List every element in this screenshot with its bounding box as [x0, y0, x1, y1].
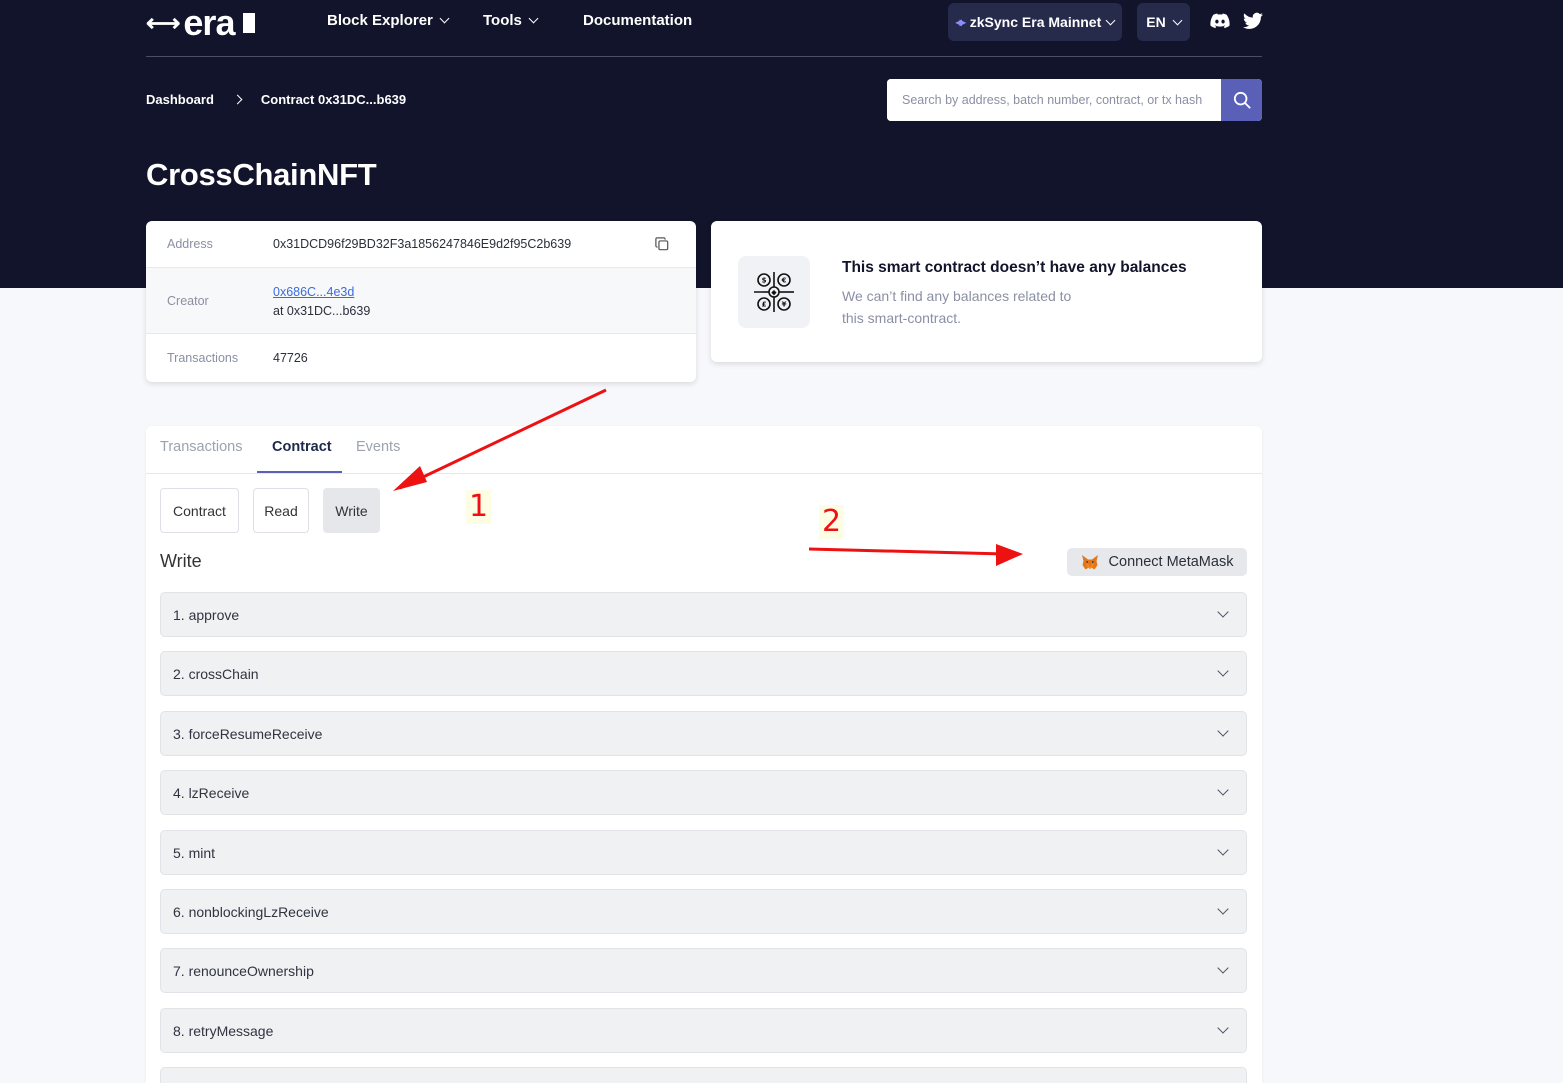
- annotation-label-1: 1: [466, 490, 492, 524]
- nav-documentation[interactable]: Documentation: [583, 12, 692, 29]
- subtab-contract[interactable]: Contract: [160, 488, 239, 533]
- function-accordion-next[interactable]: [160, 1067, 1247, 1083]
- function-label: 4. lzReceive: [173, 784, 250, 801]
- chevron-down-icon: [439, 13, 450, 24]
- nav-tools-label: Tools: [483, 12, 522, 29]
- chevron-right-icon: [232, 94, 243, 105]
- function-label: 8. retryMessage: [173, 1022, 274, 1039]
- svg-text:¥: ¥: [782, 301, 787, 309]
- connect-metamask-label: Connect MetaMask: [1108, 554, 1234, 570]
- chevron-down-icon: [1217, 665, 1229, 677]
- chevron-down-icon: [1172, 15, 1183, 25]
- function-label: 3. forceResumeReceive: [173, 725, 323, 742]
- breadcrumb-dashboard[interactable]: Dashboard: [146, 92, 214, 107]
- subtab-read[interactable]: Read: [253, 488, 309, 533]
- network-selector[interactable]: ◂▸ zkSync Era Mainnet: [948, 3, 1122, 41]
- copy-icon[interactable]: [655, 237, 669, 251]
- function-accordion-nonblockinglzreceive[interactable]: 6. nonblockingLzReceive: [160, 889, 1247, 934]
- breadcrumb-contract: Contract 0x31DC...b639: [260, 92, 407, 107]
- chevron-down-icon: [1217, 903, 1229, 915]
- connect-metamask-button[interactable]: Connect MetaMask: [1067, 548, 1247, 576]
- function-accordion-retrymessage[interactable]: 8. retryMessage: [160, 1008, 1247, 1053]
- network-label: zkSync Era Mainnet: [969, 14, 1102, 30]
- logo-arrows-icon: ⟷: [146, 9, 180, 37]
- tab-contract[interactable]: Contract: [272, 439, 332, 455]
- creator-row: Creator 0x686C...4e3d at 0x31DC...b639: [146, 268, 696, 334]
- tab-transactions[interactable]: Transactions: [160, 439, 242, 455]
- contract-tabs-panel: Transactions Contract Events Contract Re…: [146, 426, 1262, 1083]
- balance-title: This smart contract doesn’t have any bal…: [842, 259, 1187, 276]
- search-icon: [1233, 91, 1251, 109]
- function-accordion-forceresumereceive[interactable]: 3. forceResumeReceive: [160, 711, 1247, 756]
- function-accordion-mint[interactable]: 5. mint: [160, 830, 1247, 875]
- transactions-row: Transactions 47726: [146, 334, 696, 382]
- era-logo[interactable]: ⟷ era: [146, 2, 256, 43]
- chevron-down-icon: [1217, 725, 1229, 737]
- page-title: CrossChainNFT: [146, 157, 377, 192]
- nav-documentation-label: Documentation: [583, 12, 693, 29]
- language-selector[interactable]: EN: [1137, 3, 1190, 41]
- function-label: 6. nonblockingLzReceive: [173, 903, 329, 920]
- creator-tx: at 0x31DC...b639: [273, 304, 371, 318]
- svg-text:£: £: [762, 301, 767, 309]
- language-label: EN: [1146, 14, 1166, 30]
- nav-block-explorer-label: Block Explorer: [327, 12, 433, 29]
- chevron-down-icon: [528, 13, 539, 24]
- zksync-icon: ◂▸: [955, 15, 966, 29]
- function-accordion-lzreceive[interactable]: 4. lzReceive: [160, 770, 1247, 815]
- chevron-down-icon: [1217, 606, 1229, 618]
- write-section-title: Write: [160, 551, 202, 571]
- function-label: 2. crossChain: [173, 665, 259, 682]
- transactions-label: Transactions: [167, 351, 239, 365]
- creator-link[interactable]: 0x686C...4e3d: [273, 285, 354, 299]
- contract-info-card: Address 0x31DCD96f29BD32F3a1856247846E9d…: [146, 221, 696, 382]
- chevron-down-icon: [1217, 844, 1229, 856]
- logo-text: era: [183, 2, 235, 43]
- svg-text:$: $: [762, 277, 767, 285]
- breadcrumb: Dashboard Contract 0x31DC...b639: [146, 92, 406, 107]
- annotation-label-2: 2: [819, 505, 845, 539]
- address-label: Address: [167, 237, 213, 251]
- function-label: 5. mint: [173, 844, 216, 861]
- function-label: 1. approve: [173, 606, 240, 623]
- chevron-down-icon: [1217, 784, 1229, 796]
- metamask-fox-icon: [1081, 554, 1098, 569]
- search-box: [887, 79, 1262, 121]
- function-accordion-renounceownership[interactable]: 7. renounceOwnership: [160, 948, 1247, 993]
- balance-card: $ € £ ¥ ◆ This smart contract doesn’t have…: [711, 221, 1262, 362]
- transactions-count: 47726: [273, 351, 308, 365]
- function-accordion-approve[interactable]: 1. approve: [160, 592, 1247, 637]
- search-button[interactable]: [1221, 79, 1262, 121]
- svg-text:◆: ◆: [771, 289, 777, 297]
- active-tab-indicator: [257, 471, 342, 473]
- discord-icon[interactable]: [1210, 12, 1230, 30]
- search-input[interactable]: [887, 79, 1221, 121]
- svg-text:€: €: [781, 277, 787, 285]
- function-accordion-crosschain[interactable]: 2. crossChain: [160, 651, 1247, 696]
- tab-bar: Transactions Contract Events: [146, 426, 1262, 474]
- chevron-down-icon: [1105, 15, 1116, 25]
- chevron-down-icon: [1217, 962, 1229, 974]
- address-row: Address 0x31DCD96f29BD32F3a1856247846E9d…: [146, 221, 696, 268]
- coins-network-icon: $ € £ ¥ ◆: [738, 256, 810, 328]
- chevron-down-icon: [1217, 1022, 1229, 1034]
- top-nav: ⟷ era Block Explorer Tools Documentation…: [146, 0, 1263, 57]
- nav-block-explorer[interactable]: Block Explorer: [327, 12, 450, 29]
- nav-tools[interactable]: Tools: [483, 12, 539, 29]
- subtab-write[interactable]: Write: [323, 488, 380, 533]
- balance-description: We can’t find any balances related to th…: [842, 288, 1072, 326]
- twitter-icon[interactable]: [1243, 12, 1263, 30]
- creator-label: Creator: [167, 293, 209, 308]
- logo-block: [243, 13, 256, 33]
- tab-events[interactable]: Events: [356, 439, 400, 455]
- address-value: 0x31DCD96f29BD32F3a1856247846E9d2f95C2b6…: [273, 237, 572, 251]
- function-label: 7. renounceOwnership: [173, 962, 314, 979]
